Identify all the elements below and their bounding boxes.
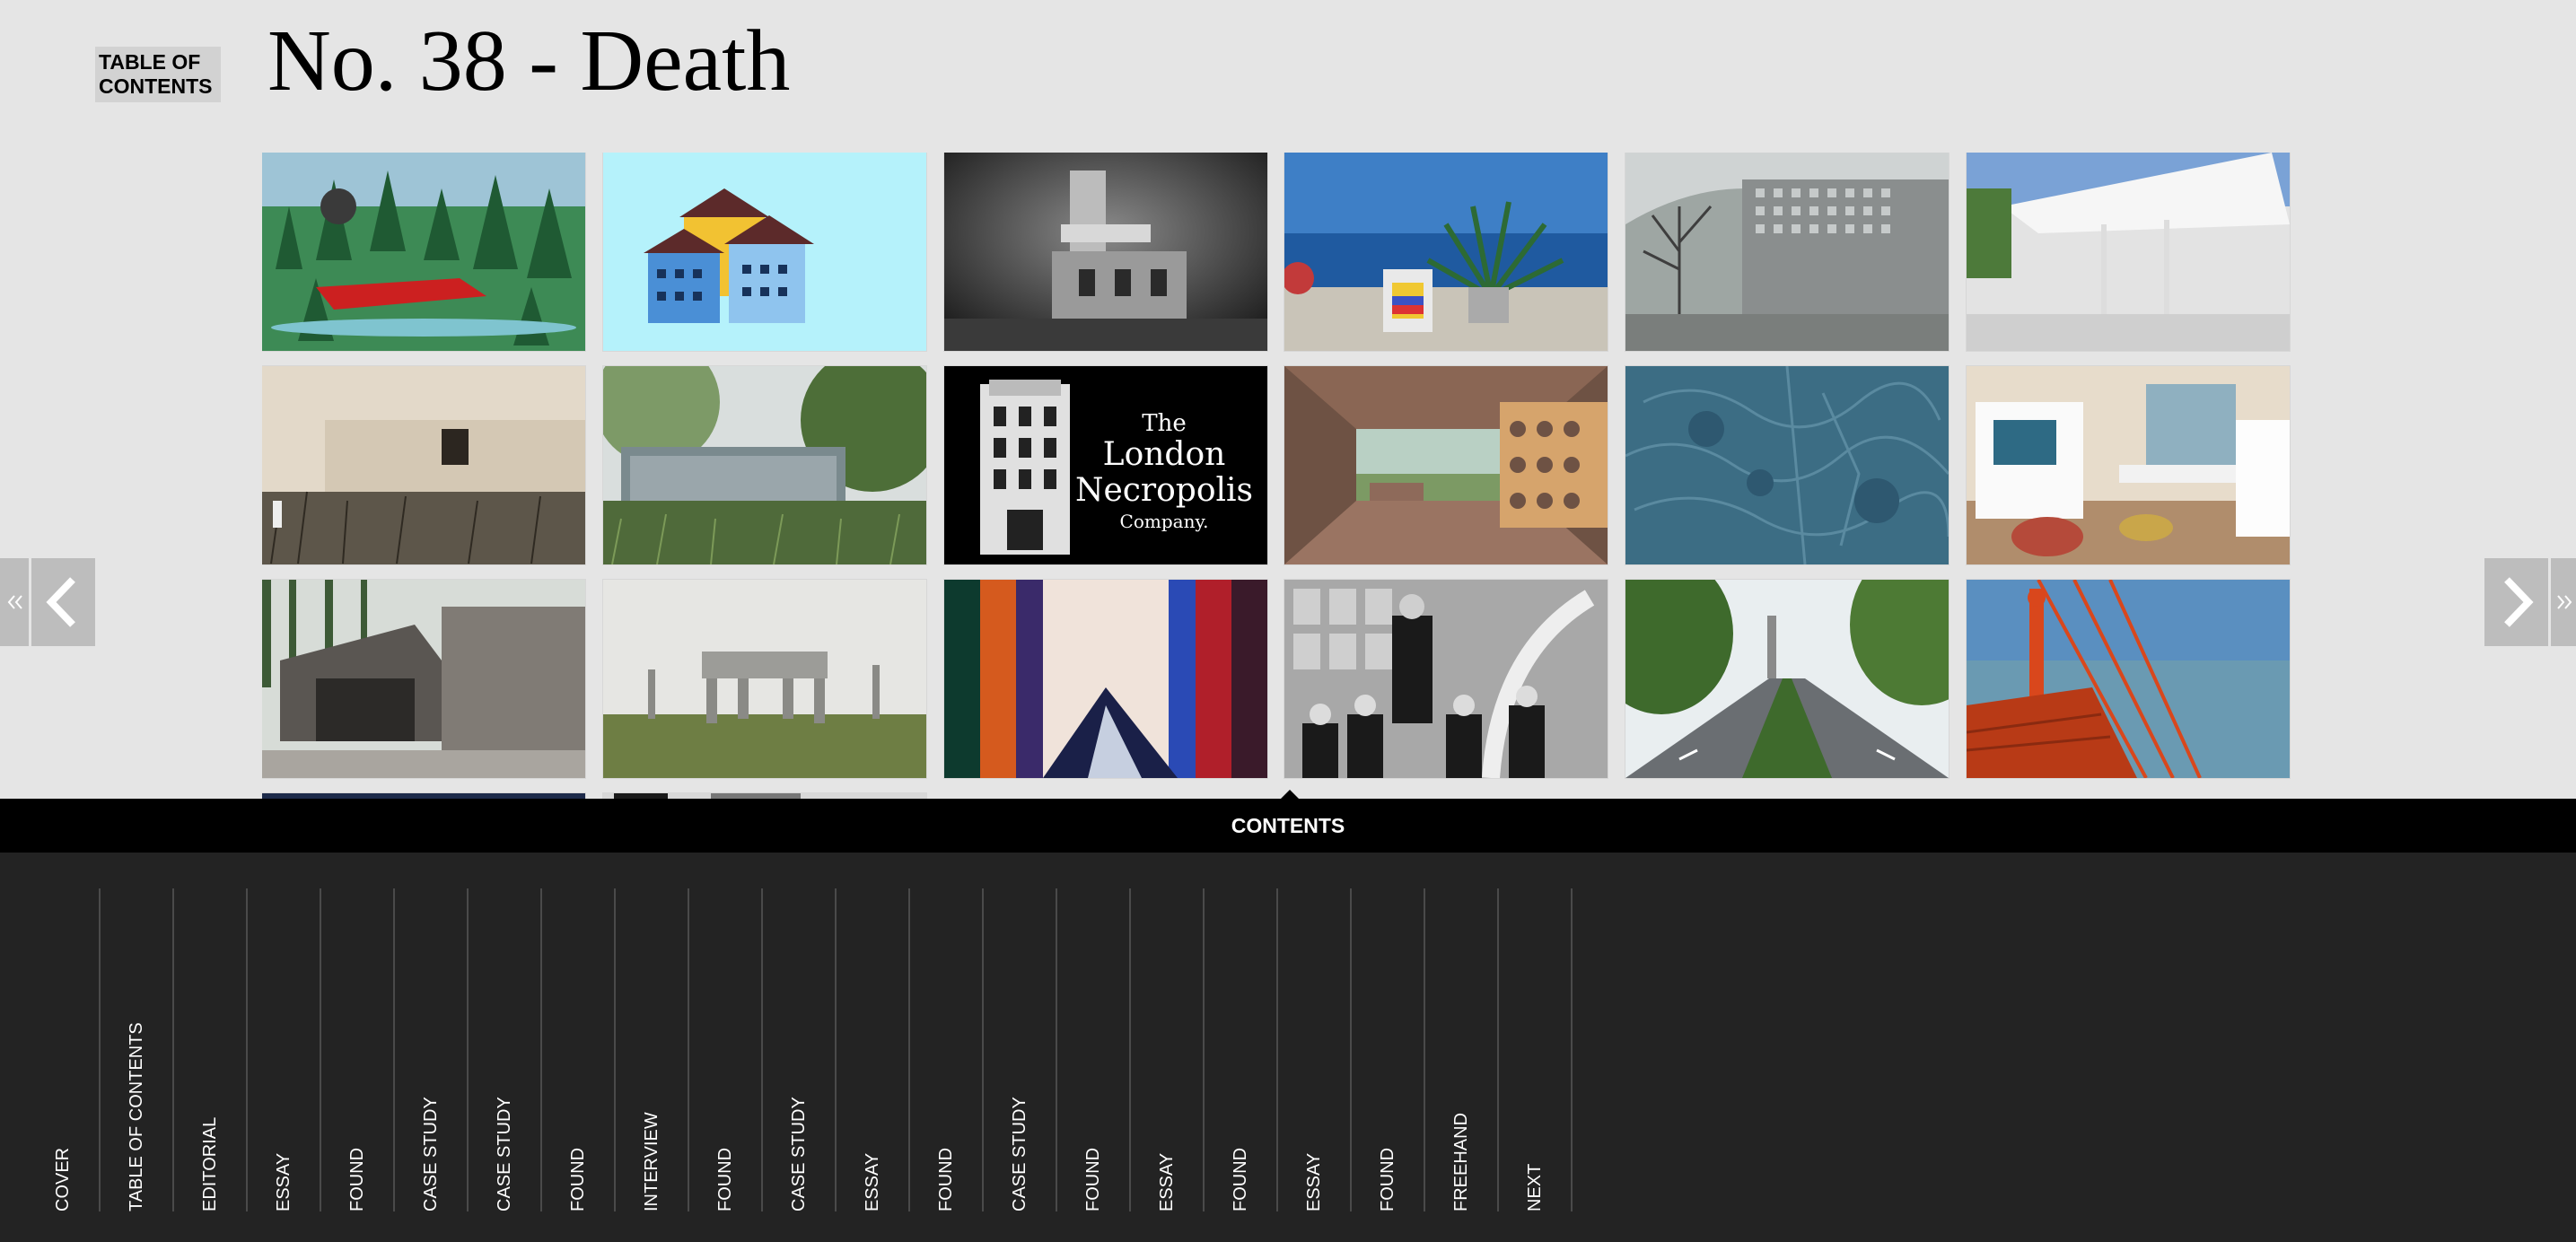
contents-item[interactable]: ESSAY: [248, 888, 321, 1211]
brick-interior-icon: [1284, 366, 1608, 564]
contents-item-label: CASE STUDY: [1010, 1097, 1030, 1211]
first-page-button[interactable]: [0, 558, 29, 646]
chevron-left-icon: [46, 577, 75, 627]
forest-painting-icon: [262, 153, 585, 351]
contents-item-label: COVER: [53, 1147, 73, 1211]
necropolis-text-line: London: [1102, 436, 1225, 473]
tree-lined-road-icon: [1625, 580, 1950, 778]
contents-item-label: ESSAY: [1157, 1152, 1177, 1211]
contents-item[interactable]: ESSAY: [1131, 888, 1205, 1211]
necropolis-text-line: Company.: [1119, 511, 1208, 532]
contents-item[interactable]: CASE STUDY: [469, 888, 542, 1211]
contents-item[interactable]: CASE STUDY: [763, 888, 837, 1211]
thumbnail-london-necropolis[interactable]: The London Necropolis Company.: [943, 366, 1267, 564]
thumbnail-grid: The London Necropolis Company.: [262, 153, 2291, 799]
contents-item[interactable]: EDITORIAL: [174, 888, 248, 1211]
concrete-chapel-icon: [262, 580, 585, 778]
contents-item[interactable]: FOUND: [1057, 888, 1131, 1211]
kids-room-icon: [1966, 366, 2290, 564]
thumbnail-blue-engraving[interactable]: [1625, 366, 1950, 564]
contents-item[interactable]: CASE STUDY: [395, 888, 469, 1211]
contents-item[interactable]: FOUND: [1205, 888, 1278, 1211]
double-chevron-left-icon: [7, 595, 22, 609]
contents-item[interactable]: FOUND: [542, 888, 616, 1211]
contents-item[interactable]: NEXT: [1499, 888, 1573, 1211]
contents-item[interactable]: CASE STUDY: [984, 888, 1057, 1211]
thumbnail-toy-houses[interactable]: [602, 153, 926, 351]
double-chevron-right-icon: [2557, 595, 2572, 609]
contents-item-label: TABLE OF CONTENTS: [127, 1022, 146, 1211]
thumbnail-forest-painting[interactable]: [262, 153, 585, 351]
thumbnail-concrete-wall[interactable]: [1625, 153, 1950, 351]
contents-item-label: NEXT: [1525, 1163, 1545, 1211]
contents-item[interactable]: ESSAY: [1278, 888, 1352, 1211]
chevron-right-icon: [2504, 577, 2534, 627]
london-necropolis-icon: The London Necropolis Company.: [943, 366, 1267, 564]
contents-divider: [1571, 888, 1573, 1211]
thumbnail-concrete-chapel[interactable]: [262, 580, 585, 778]
contents-item-label: FREEHAND: [1451, 1112, 1471, 1211]
contents-item-label: INTERVIEW: [642, 1112, 662, 1211]
contents-item-label: FOUND: [568, 1147, 588, 1211]
contents-bar: CONTENTS: [0, 790, 2576, 853]
contents-item[interactable]: FOUND: [1352, 888, 1425, 1211]
thumbnail-ruined-tower[interactable]: [943, 153, 1267, 351]
thumbnail-brick-interior[interactable]: [1284, 366, 1608, 564]
agave-terrace-icon: [1284, 153, 1608, 351]
toy-houses-icon: [602, 153, 926, 351]
contents-item-label: EDITORIAL: [200, 1116, 220, 1211]
contents-item-label: FOUND: [936, 1147, 956, 1211]
contents-item-label: CASE STUDY: [789, 1097, 809, 1211]
white-pavilion-icon: [1966, 153, 2290, 351]
contents-item-label: FOUND: [1378, 1147, 1398, 1211]
thumbnail-color-stripes[interactable]: [943, 580, 1267, 778]
contents-item[interactable]: INTERVIEW: [616, 888, 689, 1211]
golden-gate-bridge-icon: [1966, 580, 2290, 778]
concrete-wall-icon: [1625, 153, 1950, 351]
old-photo-wall-icon: [262, 366, 585, 564]
necropolis-text-line: The: [1142, 410, 1186, 437]
glass-pavilion-forest-icon: [602, 366, 926, 564]
contents-item[interactable]: COVER: [27, 888, 101, 1211]
contents-item-label: ESSAY: [274, 1152, 294, 1211]
graduation-photo-icon: [1284, 580, 1608, 778]
necropolis-text-line: Necropolis: [1075, 472, 1253, 509]
thumbnail-grey-monument[interactable]: [602, 580, 926, 778]
contents-item[interactable]: FREEHAND: [1425, 888, 1499, 1211]
thumbnail-old-photo-wall[interactable]: [262, 366, 585, 564]
previous-page-button[interactable]: [31, 558, 95, 646]
thumbnail-glass-pavilion-forest[interactable]: [602, 366, 926, 564]
contents-item-label: FOUND: [347, 1147, 367, 1211]
contents-item-label: FOUND: [1231, 1147, 1250, 1211]
thumbnail-golden-gate-bridge[interactable]: [1966, 580, 2290, 778]
contents-item-label: CASE STUDY: [421, 1097, 441, 1211]
thumbnail-tree-lined-road[interactable]: [1625, 580, 1950, 778]
contents-panel: COVER TABLE OF CONTENTS EDITORIAL ESSAY FOUN…: [0, 853, 2576, 1242]
thumbnail-kids-room[interactable]: [1966, 366, 2290, 564]
contents-item[interactable]: FOUND: [910, 888, 984, 1211]
contents-toggle[interactable]: CONTENTS: [0, 799, 2576, 853]
contents-item[interactable]: FOUND: [689, 888, 763, 1211]
contents-item-label: ESSAY: [863, 1152, 882, 1211]
grey-monument-icon: [602, 580, 926, 778]
contents-item-label: FOUND: [1083, 1147, 1103, 1211]
thumbnail-graduation-photo[interactable]: [1284, 580, 1608, 778]
contents-item-label: CASE STUDY: [495, 1097, 514, 1211]
ruined-tower-icon: [943, 153, 1267, 351]
page-title: No. 38 - Death: [267, 13, 791, 109]
toc-button[interactable]: TABLE OF CONTENTS: [95, 47, 221, 102]
contents-item[interactable]: ESSAY: [837, 888, 910, 1211]
contents-item[interactable]: FOUND: [321, 888, 395, 1211]
contents-item-label: ESSAY: [1304, 1152, 1324, 1211]
next-page-button[interactable]: [2484, 558, 2548, 646]
thumbnail-white-pavilion[interactable]: [1966, 153, 2290, 351]
contents-item-label: FOUND: [715, 1147, 735, 1211]
caret-up-icon: [1281, 790, 1299, 799]
last-page-button[interactable]: [2551, 558, 2576, 646]
contents-item[interactable]: TABLE OF CONTENTS: [101, 888, 174, 1211]
thumbnail-agave-terrace[interactable]: [1284, 153, 1608, 351]
blue-engraving-icon: [1625, 366, 1950, 564]
color-stripes-icon: [943, 580, 1267, 778]
